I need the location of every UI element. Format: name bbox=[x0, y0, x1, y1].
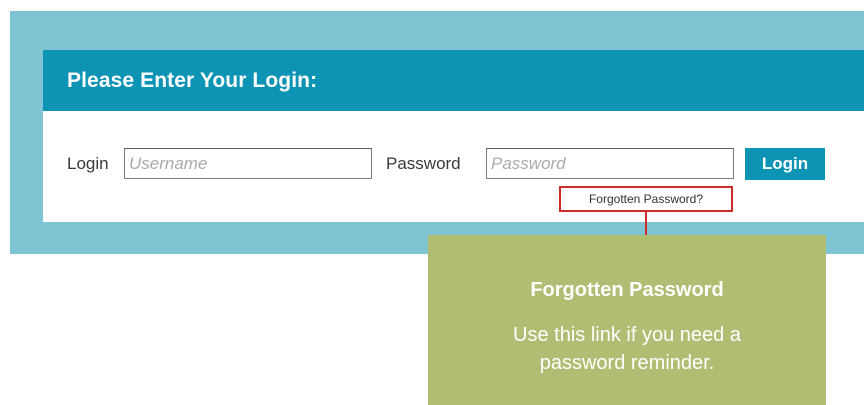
login-tutorial-stage: Please Enter Your Login: Login Password … bbox=[0, 0, 864, 405]
callout-connector-line bbox=[645, 212, 647, 235]
forgotten-password-link[interactable]: Forgotten Password? bbox=[559, 186, 733, 212]
password-input[interactable] bbox=[486, 148, 734, 179]
page-title: Please Enter Your Login: bbox=[67, 68, 318, 92]
login-label: Login bbox=[67, 154, 109, 173]
callout-description: Use this link if you need a password rem… bbox=[513, 324, 741, 374]
password-label: Password bbox=[386, 154, 461, 173]
login-panel-header: Please Enter Your Login: bbox=[43, 50, 864, 111]
tutorial-callout: Forgotten Password Use this link if you … bbox=[428, 235, 826, 405]
username-input[interactable] bbox=[124, 148, 372, 179]
callout-title: Forgotten Password bbox=[530, 279, 724, 301]
login-button[interactable]: Login bbox=[745, 148, 825, 180]
